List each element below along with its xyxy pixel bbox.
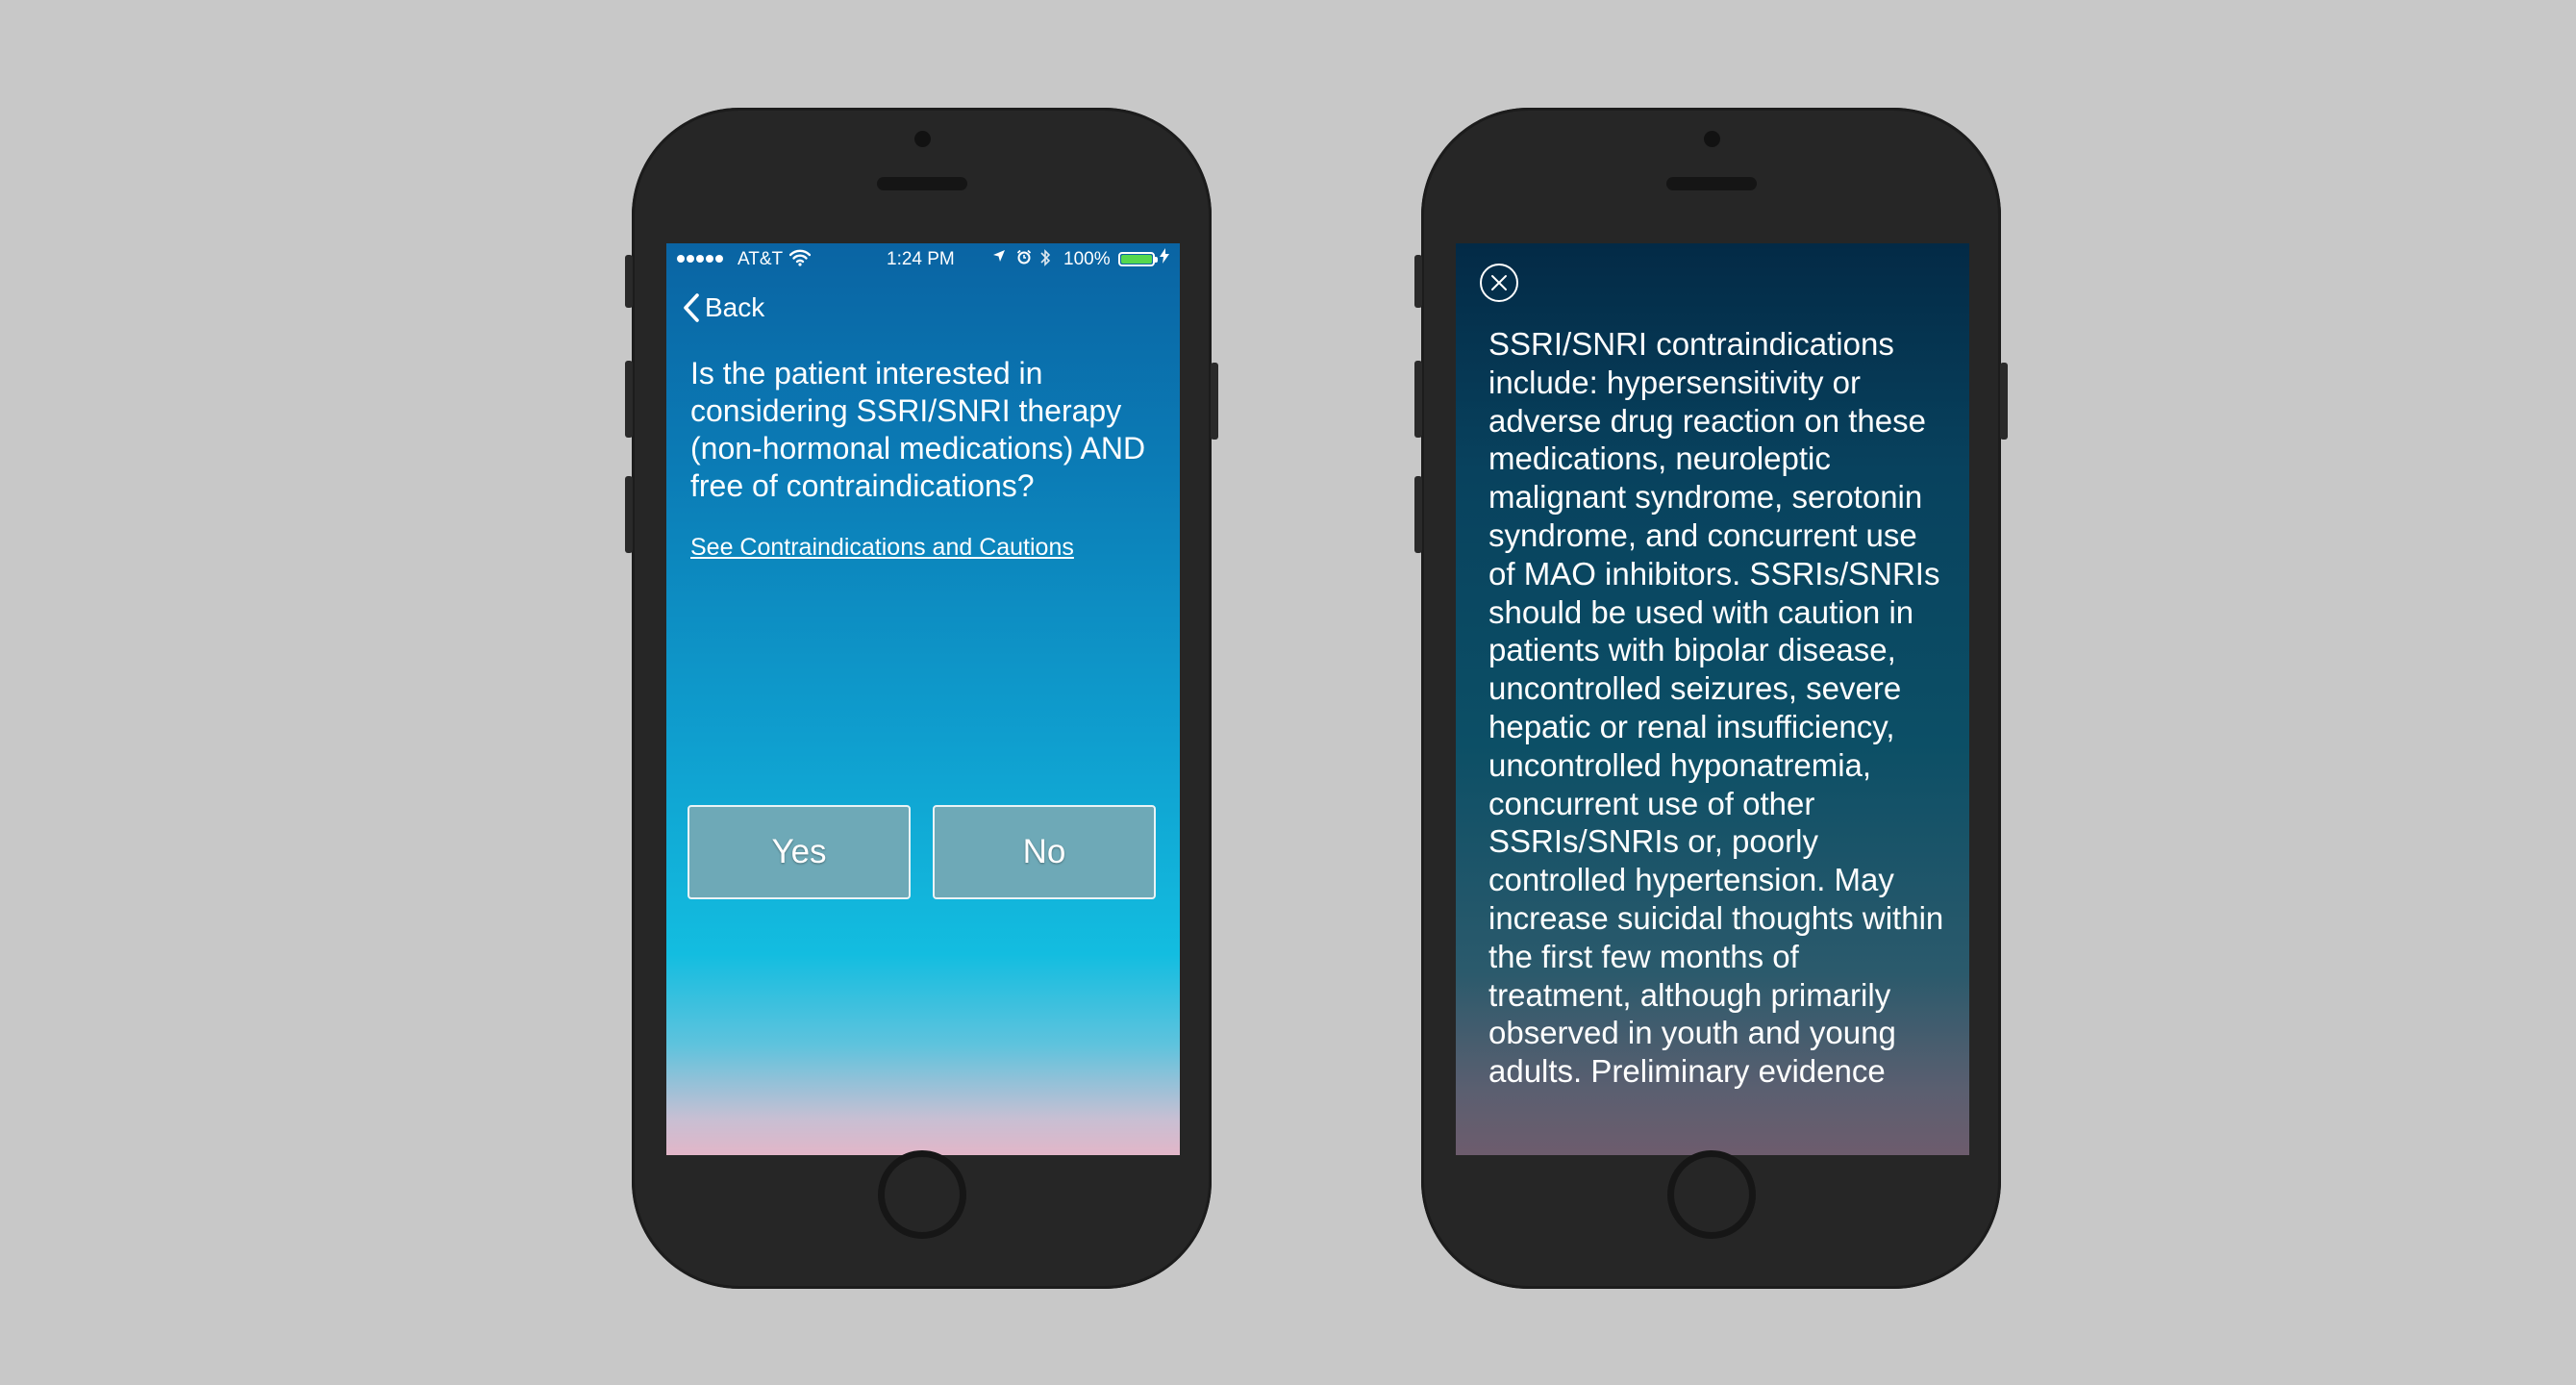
home-button [877, 1150, 966, 1239]
question-screen: AT&T 1:24 PM 100% Back Is the patient in… [666, 243, 1180, 1155]
contraindications-link[interactable]: See Contraindications and Cautions [690, 534, 1074, 562]
mockup-stage: AT&T 1:24 PM 100% Back Is the patient in… [0, 0, 2576, 1385]
volume-up-button [625, 361, 633, 438]
wifi-icon [788, 249, 812, 272]
signal-dots-icon [677, 255, 723, 263]
mute-switch [625, 255, 633, 308]
mute-switch [1414, 255, 1422, 308]
contraindications-screen: SSRI/SNRI contraindications include: hyp… [1456, 243, 1969, 1155]
yes-button[interactable]: Yes [688, 805, 911, 899]
battery-fill [1121, 255, 1152, 264]
clock-label: 1:24 PM [887, 249, 955, 269]
no-button[interactable]: No [933, 805, 1156, 899]
battery-icon [1118, 252, 1158, 266]
back-label: Back [705, 292, 765, 322]
contraindications-text: SSRI/SNRI contraindications include: hyp… [1488, 326, 1944, 1090]
close-circle-icon[interactable] [1479, 263, 1519, 303]
question-text: Is the patient interested in considering… [690, 356, 1146, 503]
earpiece-speaker [876, 177, 967, 190]
earpiece-speaker [1665, 177, 1757, 190]
front-camera [913, 131, 931, 147]
phone-left: AT&T 1:24 PM 100% Back Is the patient in… [625, 108, 1218, 1289]
battery-percent-label: 100% [1063, 249, 1111, 269]
phone-right: SSRI/SNRI contraindications include: hyp… [1414, 108, 2008, 1289]
status-bar: AT&T 1:24 PM 100% [666, 243, 1180, 276]
charging-bolt-icon [1160, 248, 1169, 268]
volume-down-button [1414, 476, 1422, 553]
location-arrow-icon [992, 249, 1006, 267]
bluetooth-icon [1039, 248, 1051, 272]
back-button[interactable]: Back [680, 291, 764, 324]
alarm-icon [1016, 249, 1032, 269]
chevron-left-icon [684, 293, 699, 322]
volume-down-button [625, 476, 633, 553]
front-camera [1703, 131, 1720, 147]
power-button [1211, 363, 1218, 440]
carrier-label: AT&T [738, 249, 784, 269]
volume-up-button [1414, 361, 1422, 438]
power-button [2000, 363, 2008, 440]
home-button [1666, 1150, 1756, 1239]
